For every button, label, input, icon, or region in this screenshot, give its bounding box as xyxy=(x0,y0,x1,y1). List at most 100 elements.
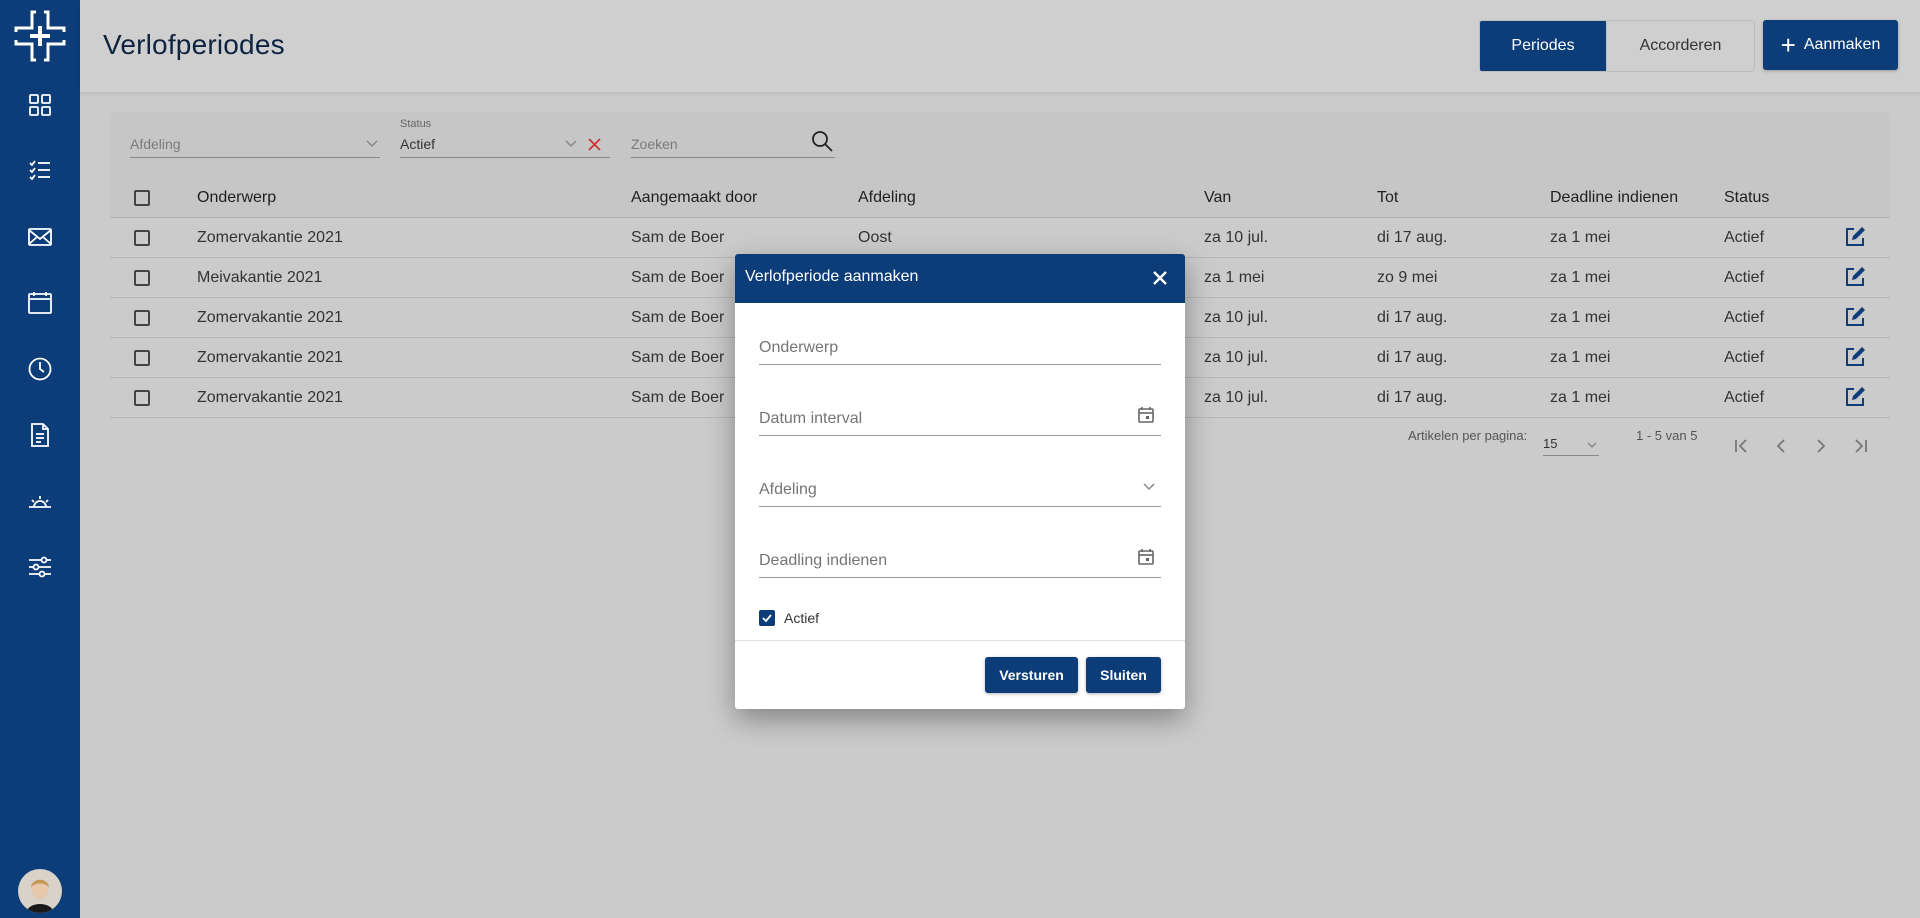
row-checkbox[interactable] xyxy=(134,230,150,246)
chevron-left-icon xyxy=(1776,439,1785,453)
row-checkbox[interactable] xyxy=(134,350,150,366)
column-header[interactable]: Deadline indienen xyxy=(1550,189,1678,207)
edit-icon[interactable] xyxy=(1844,266,1866,288)
search-placeholder: Zoeken xyxy=(631,136,678,152)
create-button[interactable]: + Aanmaken xyxy=(1763,20,1898,70)
nav-time[interactable] xyxy=(0,345,80,393)
column-header[interactable]: Status xyxy=(1724,189,1769,207)
avatar[interactable] xyxy=(18,869,62,913)
previous-page-button[interactable] xyxy=(1769,434,1793,458)
deadline-field[interactable]: Deadling indienen xyxy=(759,538,1161,578)
chevron-down-icon xyxy=(1587,442,1597,448)
column-header[interactable]: Tot xyxy=(1377,189,1398,207)
close-icon[interactable] xyxy=(1149,267,1171,289)
clear-status-icon[interactable] xyxy=(588,138,601,151)
page-size-select[interactable]: 15 xyxy=(1543,430,1599,456)
chevron-down-icon xyxy=(1143,483,1155,491)
row-checkbox[interactable] xyxy=(134,390,150,406)
cell-deadline: za 1 mei xyxy=(1550,389,1611,406)
status-filter[interactable]: Status Actief xyxy=(400,112,610,158)
calendar-icon[interactable] xyxy=(1137,548,1155,566)
cell-status: Actief xyxy=(1724,389,1765,406)
cell-deadline: za 1 mei xyxy=(1550,349,1611,366)
cell-afdeling: Oost xyxy=(858,229,892,246)
chevron-down-icon xyxy=(366,140,378,148)
next-page-button[interactable] xyxy=(1809,434,1833,458)
last-page-button[interactable] xyxy=(1849,434,1873,458)
search-icon[interactable] xyxy=(811,130,833,152)
nav-calendar[interactable] xyxy=(0,279,80,327)
search-field[interactable]: Zoeken xyxy=(631,112,835,158)
sidebar xyxy=(0,0,80,918)
dialog-divider xyxy=(735,640,1185,641)
cell-van: za 10 jul. xyxy=(1204,309,1269,326)
cell-aangemaakt-door: Sam de Boer xyxy=(631,269,725,286)
cell-onderwerp: Zomervakantie 2021 xyxy=(197,229,343,246)
document-icon xyxy=(31,423,49,447)
nav-settings[interactable] xyxy=(0,543,80,591)
tab-periodes[interactable]: Periodes xyxy=(1480,21,1606,71)
nav-mail[interactable] xyxy=(0,213,80,261)
date-interval-placeholder: Datum interval xyxy=(759,410,863,427)
edit-icon[interactable] xyxy=(1844,346,1866,368)
nav-leave[interactable] xyxy=(0,477,80,525)
cell-onderwerp: Zomervakantie 2021 xyxy=(197,389,343,406)
cell-deadline: za 1 mei xyxy=(1550,229,1611,246)
actief-checkbox[interactable]: Actief xyxy=(759,610,819,626)
dialog-title: Verlofperiode aanmaken xyxy=(745,268,919,285)
cell-aangemaakt-door: Sam de Boer xyxy=(631,389,725,406)
actief-label: Actief xyxy=(784,610,820,626)
edit-icon[interactable] xyxy=(1844,386,1866,408)
edit-icon[interactable] xyxy=(1844,306,1866,328)
afdeling-filter[interactable]: Afdeling xyxy=(130,112,380,158)
checkbox-checked-icon xyxy=(759,610,775,626)
dashboard-grid-icon xyxy=(29,94,51,116)
mail-icon xyxy=(28,228,52,246)
column-header[interactable]: Onderwerp xyxy=(197,189,276,207)
afdeling-select[interactable]: Afdeling xyxy=(759,467,1161,507)
select-all-checkbox[interactable] xyxy=(134,190,150,206)
nav-documents[interactable] xyxy=(0,411,80,459)
deadline-placeholder: Deadling indienen xyxy=(759,552,888,569)
cell-tot: zo 9 mei xyxy=(1377,269,1438,286)
items-per-page-label: Artikelen per pagina: xyxy=(1408,428,1528,443)
create-period-dialog: Verlofperiode aanmaken Onderwerp Datum i… xyxy=(735,254,1185,709)
sunrise-icon xyxy=(29,496,51,508)
column-header[interactable]: Afdeling xyxy=(858,189,916,207)
table-row[interactable]: Zomervakantie 2021 Sam de Boer Oost za 1… xyxy=(110,218,1890,258)
chevron-right-icon xyxy=(1817,439,1826,453)
edit-icon[interactable] xyxy=(1844,226,1866,248)
submit-button[interactable]: Versturen xyxy=(985,657,1078,693)
first-page-button[interactable] xyxy=(1729,434,1753,458)
app-logo[interactable] xyxy=(12,8,68,64)
cell-status: Actief xyxy=(1724,269,1765,286)
column-header[interactable]: Van xyxy=(1204,189,1231,207)
cell-aangemaakt-door: Sam de Boer xyxy=(631,229,725,246)
row-checkbox[interactable] xyxy=(134,270,150,286)
status-filter-value: Actief xyxy=(400,136,436,152)
cell-onderwerp: Zomervakantie 2021 xyxy=(197,309,343,326)
date-interval-field[interactable]: Datum interval xyxy=(759,396,1161,436)
calendar-icon[interactable] xyxy=(1137,406,1155,424)
column-header[interactable]: Aangemaakt door xyxy=(631,189,757,207)
checklist-icon xyxy=(29,160,50,181)
plus-icon: + xyxy=(1780,30,1796,60)
calendar-icon xyxy=(28,292,52,314)
tab-accorderen[interactable]: Accorderen xyxy=(1606,21,1754,71)
cell-van: za 10 jul. xyxy=(1204,229,1269,246)
onderwerp-field[interactable]: Onderwerp xyxy=(759,325,1161,365)
cell-van: za 1 mei xyxy=(1204,269,1265,286)
nav-tasks[interactable] xyxy=(0,146,80,194)
row-checkbox[interactable] xyxy=(134,310,150,326)
nav-dashboard[interactable] xyxy=(0,81,80,129)
close-button[interactable]: Sluiten xyxy=(1086,657,1161,693)
sliders-icon xyxy=(29,556,51,578)
clock-icon xyxy=(28,357,52,381)
cell-tot: di 17 aug. xyxy=(1377,309,1448,326)
cell-tot: di 17 aug. xyxy=(1377,389,1448,406)
cell-aangemaakt-door: Sam de Boer xyxy=(631,349,725,366)
range-label: 1 - 5 van 5 xyxy=(1636,428,1698,443)
dialog-header: Verlofperiode aanmaken xyxy=(735,254,1185,303)
chevron-down-icon xyxy=(565,140,577,148)
cell-tot: di 17 aug. xyxy=(1377,229,1448,246)
